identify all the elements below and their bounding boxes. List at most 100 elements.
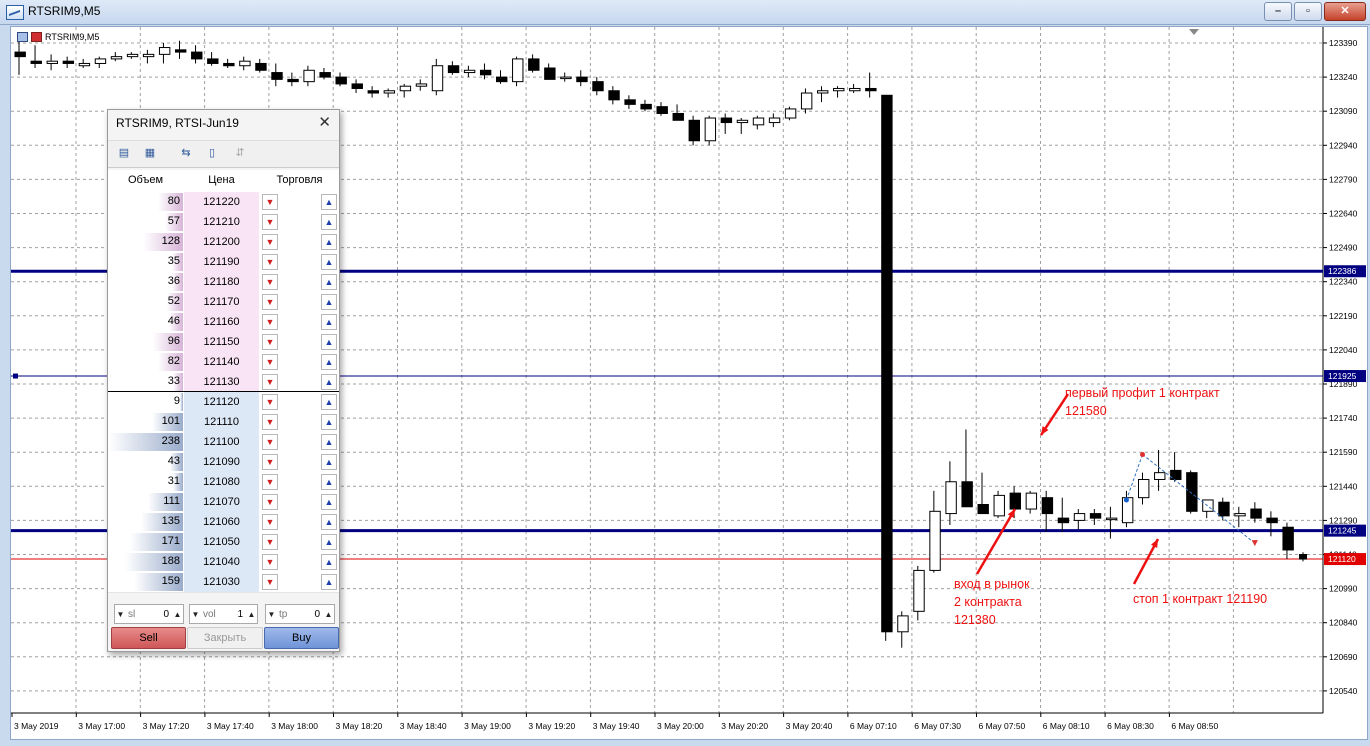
sell-chevron-down-icon[interactable]: ▼ [262,434,278,450]
buy-chevron-up-icon[interactable]: ▲ [321,394,337,410]
sell-chevron-down-icon[interactable]: ▼ [262,234,278,250]
vol-stepper[interactable]: ▼ vol 1 ▲ [189,604,258,624]
price-value[interactable]: 121190 [184,252,259,272]
ask-row[interactable]: 80 121220 ▼ ▲ [108,192,339,213]
buy-chevron-up-icon[interactable]: ▲ [321,214,337,230]
ask-row[interactable]: 35 121190 ▼ ▲ [108,252,339,273]
bid-row[interactable]: 111 121070 ▼ ▲ [108,492,339,513]
price-value[interactable]: 121210 [184,212,259,232]
price-value[interactable]: 121040 [184,552,259,572]
tp-decrease-icon[interactable]: ▼ [266,610,277,619]
bid-row[interactable]: 171 121050 ▼ ▲ [108,532,339,553]
sell-chevron-down-icon[interactable]: ▼ [262,214,278,230]
sell-chevron-down-icon[interactable]: ▼ [262,274,278,290]
price-value[interactable]: 121130 [184,372,259,392]
vol-value[interactable]: 1 [234,609,246,620]
buy-chevron-up-icon[interactable]: ▲ [321,434,337,450]
tp-stepper[interactable]: ▼ tp 0 ▲ [265,604,335,624]
buy-chevron-up-icon[interactable]: ▲ [321,274,337,290]
sell-chevron-down-icon[interactable]: ▼ [262,394,278,410]
sell-chevron-down-icon[interactable]: ▼ [262,314,278,330]
restore-button[interactable]: ▫ [1294,2,1322,21]
price-value[interactable]: 121080 [184,472,259,492]
sell-chevron-down-icon[interactable]: ▼ [262,474,278,490]
sl-value[interactable]: 0 [160,609,172,620]
sell-chevron-down-icon[interactable]: ▼ [262,554,278,570]
buy-chevron-up-icon[interactable]: ▲ [321,374,337,390]
ask-row[interactable]: 33 121130 ▼ ▲ [108,372,339,393]
sell-chevron-down-icon[interactable]: ▼ [262,494,278,510]
buy-chevron-up-icon[interactable]: ▲ [321,554,337,570]
buy-chevron-up-icon[interactable]: ▲ [321,194,337,210]
price-value[interactable]: 121060 [184,512,259,532]
autoscroll-icon[interactable]: ⇵ [233,146,247,160]
vol-increase-icon[interactable]: ▲ [246,610,257,619]
ask-row[interactable]: 36 121180 ▼ ▲ [108,272,339,293]
sell-chevron-down-icon[interactable]: ▼ [262,454,278,470]
buy-chevron-up-icon[interactable]: ▲ [321,294,337,310]
buy-chevron-up-icon[interactable]: ▲ [321,234,337,250]
ask-row[interactable]: 57 121210 ▼ ▲ [108,212,339,233]
bid-row[interactable]: 31 121080 ▼ ▲ [108,472,339,493]
ask-row[interactable]: 128 121200 ▼ ▲ [108,232,339,253]
buy-chevron-up-icon[interactable]: ▲ [321,254,337,270]
bid-row[interactable]: 101 121110 ▼ ▲ [108,412,339,433]
dom-close-button[interactable]: ✕ [318,113,331,131]
buy-chevron-up-icon[interactable]: ▲ [321,414,337,430]
price-value[interactable]: 121030 [184,572,259,592]
minimize-button[interactable]: – [1264,2,1292,21]
price-value[interactable]: 121090 [184,452,259,472]
price-value[interactable]: 121180 [184,272,259,292]
sell-chevron-down-icon[interactable]: ▼ [262,294,278,310]
bid-row[interactable]: 9 121120 ▼ ▲ [108,392,339,413]
sell-chevron-down-icon[interactable]: ▼ [262,574,278,590]
chart-mini-icon[interactable]: ▤ [117,146,131,160]
depth-of-market-panel[interactable]: RTSRIM9, RTSI-Jun19 ✕ ▤ ▦ ⇆ ▯ ⇵ Объем Це… [107,109,340,652]
price-value[interactable]: 121150 [184,332,259,352]
price-value[interactable]: 121050 [184,532,259,552]
settings-icon[interactable]: ▦ [143,146,157,160]
sl-decrease-icon[interactable]: ▼ [115,610,126,619]
price-value[interactable]: 121070 [184,492,259,512]
bid-row[interactable]: 188 121040 ▼ ▲ [108,552,339,573]
sell-chevron-down-icon[interactable]: ▼ [262,374,278,390]
sell-chevron-down-icon[interactable]: ▼ [262,254,278,270]
buy-chevron-up-icon[interactable]: ▲ [321,454,337,470]
sell-chevron-down-icon[interactable]: ▼ [262,534,278,550]
buy-chevron-up-icon[interactable]: ▲ [321,314,337,330]
buy-chevron-up-icon[interactable]: ▲ [321,534,337,550]
ask-row[interactable]: 52 121170 ▼ ▲ [108,292,339,313]
sell-chevron-down-icon[interactable]: ▼ [262,194,278,210]
close-position-button[interactable]: Закрыть [187,627,263,649]
tp-value[interactable]: 0 [311,609,323,620]
buy-button[interactable]: Buy [264,627,339,649]
buy-chevron-up-icon[interactable]: ▲ [321,354,337,370]
price-value[interactable]: 121220 [184,192,259,212]
close-window-button[interactable]: ✕ [1324,2,1366,21]
sl-increase-icon[interactable]: ▲ [172,610,183,619]
ask-row[interactable]: 82 121140 ▼ ▲ [108,352,339,373]
sell-button[interactable]: Sell [111,627,186,649]
sl-stepper[interactable]: ▼ sl 0 ▲ [114,604,184,624]
bid-row[interactable]: 43 121090 ▼ ▲ [108,452,339,473]
price-value[interactable]: 121120 [184,392,259,412]
price-value[interactable]: 121200 [184,232,259,252]
bid-row[interactable]: 135 121060 ▼ ▲ [108,512,339,533]
buy-chevron-up-icon[interactable]: ▲ [321,574,337,590]
buy-chevron-up-icon[interactable]: ▲ [321,334,337,350]
ask-row[interactable]: 96 121150 ▼ ▲ [108,332,339,353]
tp-increase-icon[interactable]: ▲ [323,610,334,619]
vol-decrease-icon[interactable]: ▼ [190,610,201,619]
sell-chevron-down-icon[interactable]: ▼ [262,514,278,530]
price-value[interactable]: 121160 [184,312,259,332]
column-icon[interactable]: ▯ [205,146,219,160]
price-value[interactable]: 121170 [184,292,259,312]
price-value[interactable]: 121140 [184,352,259,372]
sell-chevron-down-icon[interactable]: ▼ [262,414,278,430]
price-value[interactable]: 121100 [184,432,259,452]
price-value[interactable]: 121110 [184,412,259,432]
orders-icon[interactable]: ⇆ [179,146,193,160]
bid-row[interactable]: 159 121030 ▼ ▲ [108,572,339,593]
buy-chevron-up-icon[interactable]: ▲ [321,514,337,530]
bid-row[interactable]: 238 121100 ▼ ▲ [108,432,339,453]
